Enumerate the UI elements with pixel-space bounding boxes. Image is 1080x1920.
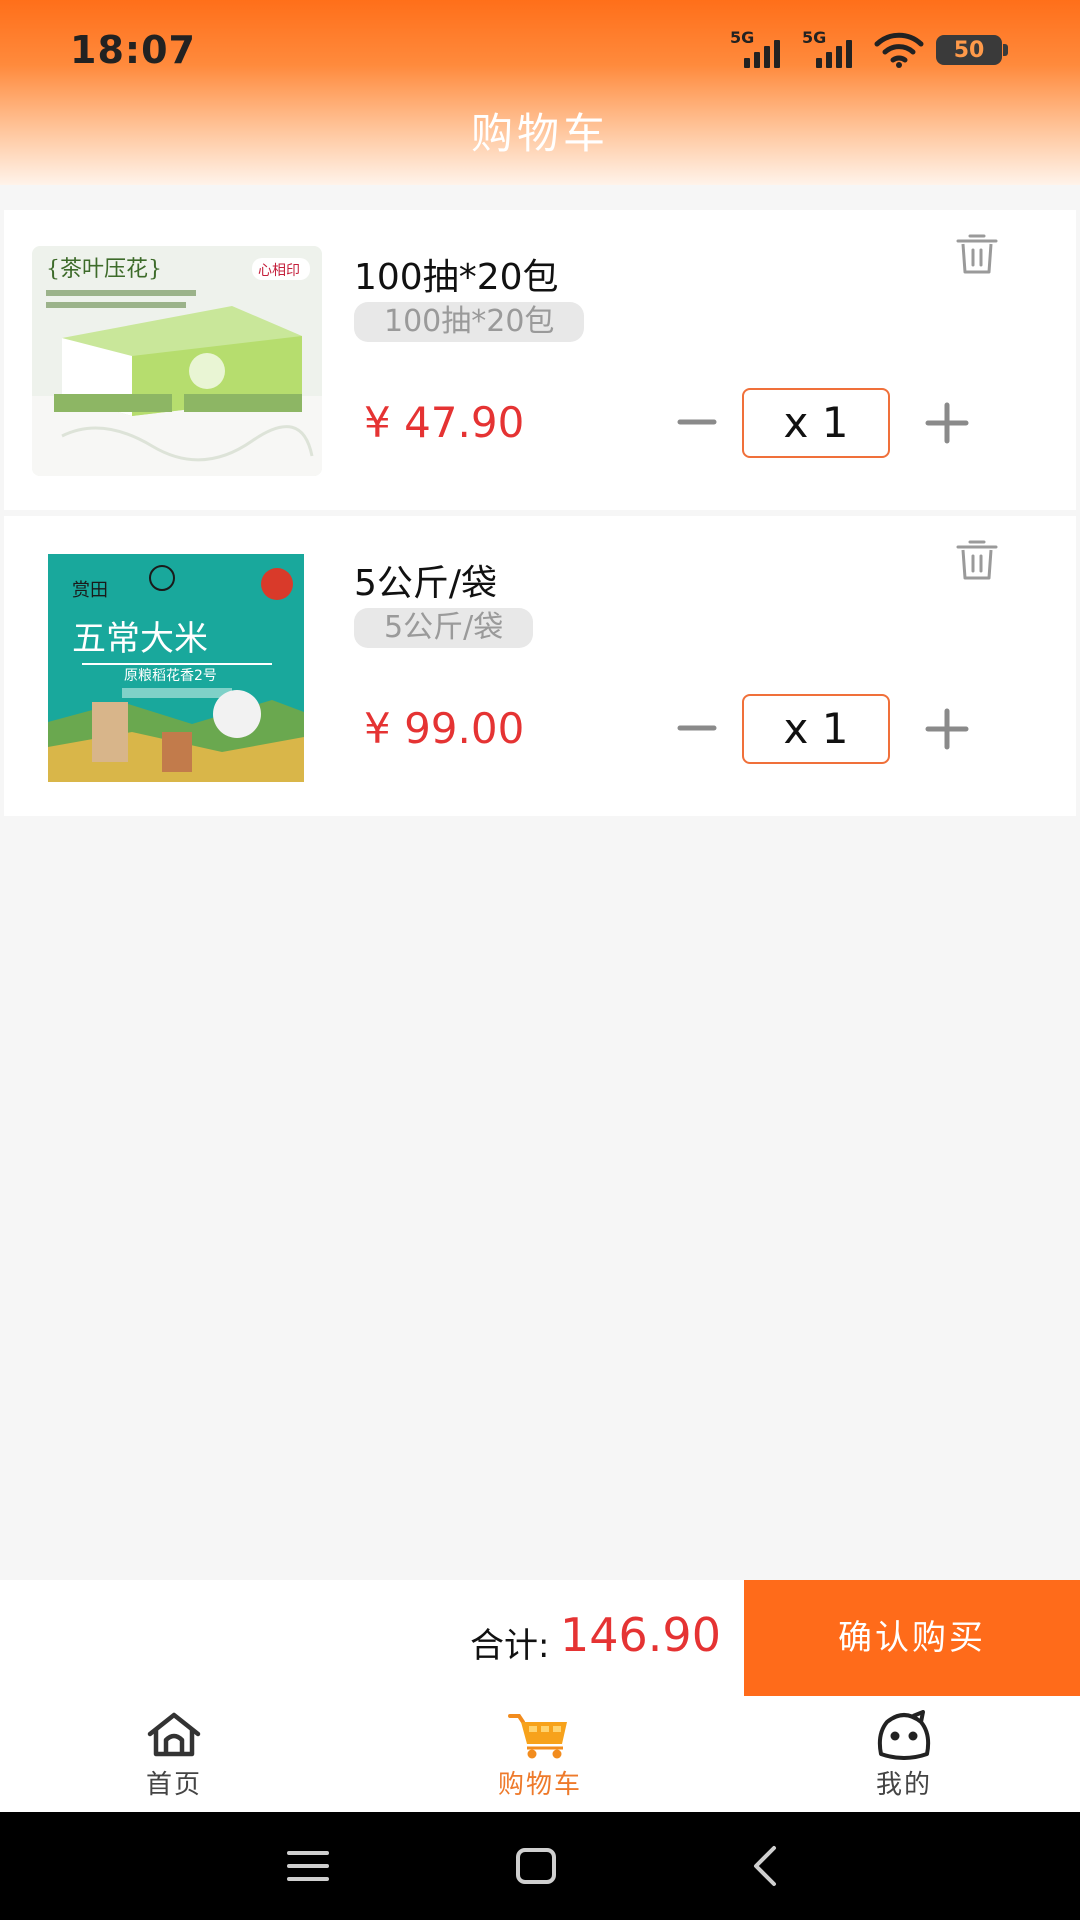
signal-icon: 5G bbox=[730, 28, 790, 70]
tab-me[interactable]: 我的 bbox=[804, 1696, 1004, 1812]
home-square-icon[interactable] bbox=[514, 1844, 558, 1888]
decrease-quantity-button[interactable] bbox=[672, 402, 722, 442]
item-name: 100抽*20包 bbox=[354, 257, 559, 298]
page-title: 购物车 bbox=[470, 109, 609, 158]
tab-cart[interactable]: 购物车 bbox=[440, 1696, 640, 1812]
system-nav-bar bbox=[0, 1812, 1080, 1920]
back-icon[interactable] bbox=[744, 1844, 788, 1888]
svg-text:原粮稻花香2号: 原粮稻花香2号 bbox=[124, 668, 217, 684]
menu-icon[interactable] bbox=[286, 1844, 330, 1888]
tab-label: 首页 bbox=[145, 1770, 202, 1800]
home-icon bbox=[147, 1712, 201, 1757]
item-price: ¥ 99.00 bbox=[364, 704, 525, 753]
tab-bar: 首页 购物车 我的 bbox=[0, 1696, 1080, 1812]
item-name: 5公斤/袋 bbox=[354, 563, 498, 604]
trash-icon[interactable] bbox=[954, 538, 1000, 582]
svg-text:{茶叶压花}: {茶叶压花} bbox=[46, 257, 162, 282]
total-value: 146.90 bbox=[560, 1608, 721, 1662]
battery-icon: 50 bbox=[936, 35, 1008, 65]
tissue-pack-image[interactable]: {茶叶压花} 心相印 bbox=[32, 246, 322, 476]
item-price: ¥ 47.90 bbox=[364, 398, 525, 447]
cart-item[interactable]: 赏田 五常大米 原粮稻花香2号 5公斤/袋 5公斤/袋 ¥ 99.00 x 1 bbox=[4, 516, 1076, 816]
signal-icon: 5G bbox=[802, 28, 862, 70]
increase-quantity-button[interactable] bbox=[922, 708, 972, 750]
cart-item[interactable]: {茶叶压花} 心相印 100抽*20包 100抽*20包 ¥ 47.90 x 1 bbox=[4, 210, 1076, 510]
profile-face-icon bbox=[877, 1710, 931, 1760]
checkout-bar: 合计: 146.90 确认购买 bbox=[0, 1580, 1080, 1696]
status-bar: 18:07 5G 5G 50 bbox=[0, 0, 1080, 100]
wifi-icon bbox=[874, 32, 924, 68]
trash-icon[interactable] bbox=[954, 232, 1000, 276]
confirm-purchase-button[interactable]: 确认购买 bbox=[744, 1580, 1080, 1696]
tab-label: 我的 bbox=[875, 1770, 932, 1800]
status-time: 18:07 bbox=[70, 28, 196, 72]
quantity-field[interactable]: x 1 bbox=[742, 694, 890, 764]
tab-home[interactable]: 首页 bbox=[74, 1696, 274, 1812]
total-label: 合计: bbox=[470, 1626, 550, 1666]
rice-bag-image[interactable]: 赏田 五常大米 原粮稻花香2号 bbox=[32, 552, 322, 782]
cart-icon bbox=[508, 1714, 567, 1759]
svg-text:五常大米: 五常大米 bbox=[72, 619, 208, 659]
item-spec-tag: 100抽*20包 bbox=[354, 302, 585, 342]
svg-text:赏田: 赏田 bbox=[72, 580, 108, 601]
decrease-quantity-button[interactable] bbox=[672, 708, 722, 748]
increase-quantity-button[interactable] bbox=[922, 402, 972, 444]
quantity-field[interactable]: x 1 bbox=[742, 388, 890, 458]
header: 18:07 5G 5G 50 购物车 bbox=[0, 0, 1080, 185]
status-icons: 5G 5G 50 bbox=[730, 28, 1008, 72]
tab-label: 购物车 bbox=[497, 1770, 582, 1800]
svg-text:心相印: 心相印 bbox=[258, 263, 300, 279]
item-spec-tag: 5公斤/袋 bbox=[354, 608, 534, 648]
